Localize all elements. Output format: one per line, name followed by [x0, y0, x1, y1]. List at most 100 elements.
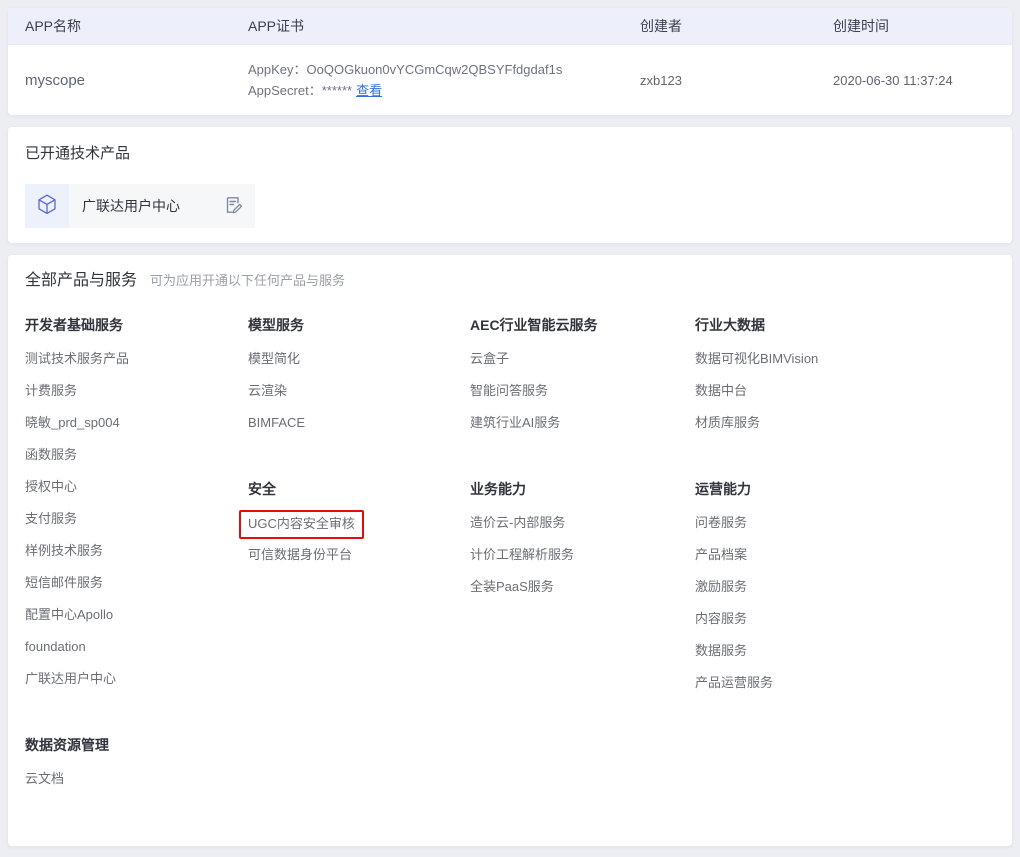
- product-link[interactable]: 数据服务: [695, 642, 747, 660]
- list-item: 计价工程解析服务: [470, 546, 695, 578]
- list-item: 可信数据身份平台: [248, 546, 470, 578]
- list-item: 样例技术服务: [25, 542, 248, 574]
- list-item: 产品档案: [695, 546, 925, 578]
- product-link[interactable]: 产品档案: [695, 546, 747, 564]
- list-item: 问卷服务: [695, 514, 925, 546]
- product-group-items: 数据可视化BIMVision 数据中台材质库服务: [695, 350, 925, 446]
- product-link[interactable]: 广联达用户中心: [25, 670, 116, 688]
- all-products-section: 全部产品与服务 可为应用开通以下任何产品与服务 开发者基础服务 测试技术服务产品…: [8, 255, 1012, 846]
- product-column-4: 行业大数据 数据可视化BIMVision数据中台材质库服务 运营能力 问卷服务产…: [695, 315, 925, 802]
- product-link[interactable]: 计价工程解析服务: [470, 546, 574, 564]
- appsecret-label: AppSecret：: [248, 83, 322, 98]
- product-group-operation-capability: 运营能力 问卷服务产品档案激励服务内容服务数据服务产品运营服务: [695, 479, 925, 706]
- product-link[interactable]: 云文档: [25, 770, 64, 788]
- list-item: 函数服务: [25, 446, 248, 478]
- opened-products-title: 已开通技术产品: [25, 143, 995, 164]
- list-item: foundation: [25, 638, 248, 670]
- product-link[interactable]: 云渲染: [248, 382, 287, 400]
- column-header-created-time: 创建时间: [833, 16, 1012, 36]
- product-link[interactable]: 激励服务: [695, 578, 747, 596]
- list-item: 数据中台: [695, 382, 925, 414]
- product-link[interactable]: 支付服务: [25, 510, 77, 528]
- app-detail-page: APP名称 APP证书 创建者 创建时间 myscope AppKey：OoQO…: [0, 0, 1020, 857]
- product-group-title: 开发者基础服务: [25, 315, 248, 335]
- list-item: 授权中心: [25, 478, 248, 510]
- product-link[interactable]: 函数服务: [25, 446, 77, 464]
- product-group-security: 安全 UGC内容安全审核可信数据身份平台: [248, 479, 470, 578]
- product-group-industry-bigdata: 行业大数据 数据可视化BIMVision数据中台材质库服务: [695, 315, 925, 446]
- product-link[interactable]: 短信邮件服务: [25, 574, 103, 592]
- edit-product-button[interactable]: [221, 194, 245, 218]
- product-link[interactable]: 内容服务: [695, 610, 747, 628]
- product-link[interactable]: 产品运营服务: [695, 674, 773, 692]
- list-item: 云盒子: [470, 350, 695, 382]
- product-group-items: 造价云-内部服务计价工程解析服务全装PaaS服务: [470, 514, 695, 610]
- product-group-items: 问卷服务产品档案激励服务内容服务数据服务产品运营服务: [695, 514, 925, 706]
- product-link[interactable]: 问卷服务: [695, 514, 747, 532]
- list-item: 支付服务: [25, 510, 248, 542]
- list-item: 晓敏_prd_sp004: [25, 414, 248, 446]
- list-item: 智能问答服务: [470, 382, 695, 414]
- product-link[interactable]: 云盒子: [470, 350, 509, 368]
- column-header-app-cert: APP证书: [248, 16, 640, 36]
- list-item: 造价云-内部服务: [470, 514, 695, 546]
- list-item: 材质库服务: [695, 414, 925, 446]
- view-secret-link[interactable]: 查看: [356, 83, 382, 98]
- app-info-table: APP名称 APP证书 创建者 创建时间 myscope AppKey：OoQO…: [8, 8, 1012, 115]
- product-group-title: 模型服务: [248, 315, 470, 335]
- product-link[interactable]: 晓敏_prd_sp004: [25, 414, 120, 432]
- product-link[interactable]: 全装PaaS服务: [470, 578, 554, 596]
- list-item: 激励服务: [695, 578, 925, 610]
- product-group-title: 数据资源管理: [25, 735, 248, 755]
- product-link[interactable]: 授权中心: [25, 478, 77, 496]
- product-group-title: 业务能力: [470, 479, 695, 499]
- all-products-subtitle: 可为应用开通以下任何产品与服务: [150, 270, 345, 289]
- product-link[interactable]: 造价云-内部服务: [470, 514, 565, 532]
- table-row: myscope AppKey：OoQOGkuon0vYCGmCqw2QBSYFf…: [8, 45, 1012, 115]
- product-link[interactable]: foundation: [25, 638, 86, 656]
- product-link[interactable]: BIMFACE: [248, 414, 305, 432]
- product-link[interactable]: 建筑行业AI服务: [470, 414, 560, 432]
- product-column-1: 开发者基础服务 测试技术服务产品计费服务晓敏_prd_sp004 函数服务授权中心…: [25, 315, 248, 802]
- list-item: 云文档: [25, 770, 248, 802]
- column-header-app-name: APP名称: [25, 16, 248, 36]
- product-link[interactable]: 可信数据身份平台: [248, 546, 352, 564]
- opened-products-section: 已开通技术产品 广联达用户中心: [8, 127, 1012, 243]
- product-link[interactable]: 数据可视化BIMVision: [695, 350, 818, 368]
- product-link[interactable]: 样例技术服务: [25, 542, 103, 560]
- product-link[interactable]: UGC内容安全审核: [239, 510, 364, 539]
- product-link[interactable]: 数据中台: [695, 382, 747, 400]
- list-item: 产品运营服务: [695, 674, 925, 706]
- app-name-value: myscope: [25, 72, 248, 89]
- product-link[interactable]: 计费服务: [25, 382, 77, 400]
- product-group-model-services: 模型服务 模型简化云渲染 BIMFACE: [248, 315, 470, 446]
- list-item: BIMFACE: [248, 414, 470, 446]
- product-link[interactable]: 材质库服务: [695, 414, 760, 432]
- list-item: 数据可视化BIMVision: [695, 350, 925, 382]
- product-group-business-capability: 业务能力 造价云-内部服务计价工程解析服务全装PaaS服务: [470, 479, 695, 610]
- product-group-title: 运营能力: [695, 479, 925, 499]
- product-group-items: 云文档: [25, 770, 248, 802]
- product-link[interactable]: 模型简化: [248, 350, 300, 368]
- product-link[interactable]: 测试技术服务产品: [25, 350, 129, 368]
- product-link[interactable]: 配置中心Apollo: [25, 606, 113, 624]
- opened-product-name: 广联达用户中心: [69, 196, 221, 216]
- product-group-items: 测试技术服务产品计费服务晓敏_prd_sp004 函数服务授权中心支付服务样例技术…: [25, 350, 248, 702]
- cube-icon: [36, 193, 58, 220]
- product-columns: 开发者基础服务 测试技术服务产品计费服务晓敏_prd_sp004 函数服务授权中心…: [25, 315, 995, 802]
- list-item: UGC内容安全审核: [248, 514, 470, 546]
- list-item: 模型简化: [248, 350, 470, 382]
- appsecret-masked: ******: [322, 83, 352, 98]
- app-cert-cell: AppKey：OoQOGkuon0vYCGmCqw2QBSYFfdgdaf1s …: [248, 59, 640, 101]
- list-item: 建筑行业AI服务: [470, 414, 695, 446]
- product-column-2: 模型服务 模型简化云渲染 BIMFACE 安全 UGC内容安全审核可信数据身份平台: [248, 315, 470, 802]
- product-icon-box: [25, 184, 69, 228]
- appkey-label: AppKey：: [248, 62, 307, 77]
- product-link[interactable]: 智能问答服务: [470, 382, 548, 400]
- list-item: 数据服务: [695, 642, 925, 674]
- list-item: 全装PaaS服务: [470, 578, 695, 610]
- product-group-aec-cloud: AEC行业智能云服务 云盒子智能问答服务建筑行业AI服务: [470, 315, 695, 446]
- product-column-3: AEC行业智能云服务 云盒子智能问答服务建筑行业AI服务 业务能力 造价云-内部…: [470, 315, 695, 802]
- product-group-title: AEC行业智能云服务: [470, 315, 695, 335]
- product-group-items: 模型简化云渲染 BIMFACE: [248, 350, 470, 446]
